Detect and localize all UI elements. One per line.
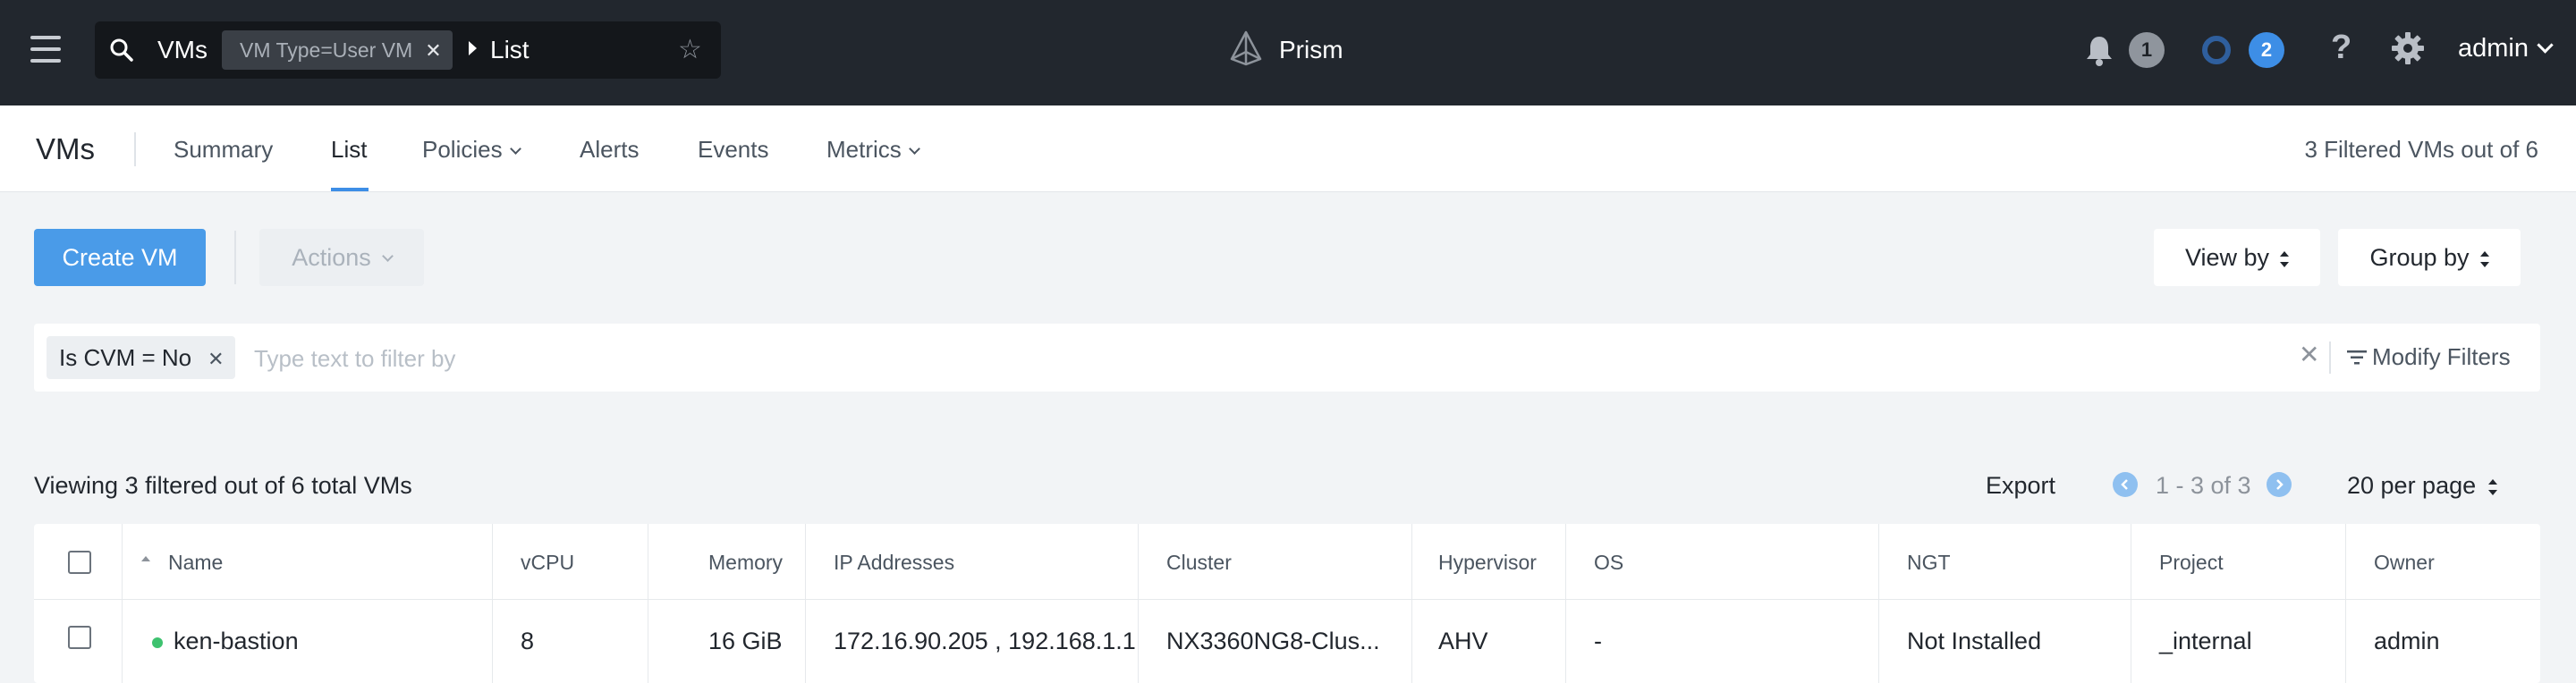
- star-icon[interactable]: ☆: [678, 34, 702, 65]
- filter-divider: [2329, 342, 2331, 374]
- viewing-summary: Viewing 3 filtered out of 6 total VMs: [34, 472, 412, 499]
- vm-memory: 16 GiB: [708, 628, 783, 654]
- tab-label: Summary: [174, 136, 274, 163]
- column-header-memory[interactable]: Memory: [708, 551, 783, 575]
- is-cvm-filter-chip[interactable]: Is CVM = No ✕: [47, 336, 235, 379]
- page-range: 1 - 3 of 3: [2156, 472, 2251, 499]
- column-header-os[interactable]: OS: [1594, 551, 1623, 575]
- chevron-left-icon: [2121, 479, 2128, 490]
- search-icon: [110, 38, 133, 62]
- tasks-ring-icon[interactable]: [2200, 34, 2233, 66]
- vm-type-filter-chip[interactable]: VM Type=User VM ✕: [222, 30, 453, 70]
- column-header-ip-addresses[interactable]: IP Addresses: [834, 551, 954, 575]
- sort-arrows-icon: [2280, 251, 2290, 267]
- filter-chip-label: VM Type=User VM: [240, 38, 413, 62]
- clear-filter-icon[interactable]: ✕: [2299, 340, 2319, 369]
- column-header-cluster[interactable]: Cluster: [1166, 551, 1232, 575]
- vm-owner: admin: [2374, 628, 2440, 654]
- remove-filter-icon[interactable]: ✕: [208, 348, 224, 370]
- column-header-ngt[interactable]: NGT: [1907, 551, 1951, 575]
- top-bar: VMs VM Type=User VM ✕ List ☆ Prism 1 2 ?: [0, 0, 2576, 105]
- user-name: admin: [2458, 34, 2529, 63]
- tasks-count-badge[interactable]: 2: [2249, 32, 2284, 68]
- alerts-count-badge[interactable]: 1: [2129, 32, 2165, 68]
- tab-summary[interactable]: Summary: [174, 136, 273, 164]
- tab-list[interactable]: List: [331, 136, 367, 164]
- tab-metrics[interactable]: Metrics: [826, 136, 920, 164]
- next-page-button[interactable]: [2267, 472, 2292, 497]
- previous-page-button[interactable]: [2113, 472, 2138, 497]
- view-by-button[interactable]: View by: [2154, 229, 2320, 286]
- toolbar-divider: [234, 231, 236, 284]
- tab-label: Metrics: [826, 136, 902, 163]
- user-menu[interactable]: admin: [2458, 34, 2554, 63]
- group-by-label: Group by: [2369, 244, 2470, 271]
- vm-hypervisor: AHV: [1438, 628, 1488, 654]
- actions-button[interactable]: Actions: [259, 229, 424, 286]
- sort-arrows-icon: [2479, 251, 2489, 267]
- select-all-checkbox[interactable]: [68, 551, 91, 574]
- chevron-down-icon: [381, 250, 394, 262]
- tab-events[interactable]: Events: [698, 136, 769, 164]
- column-header-name[interactable]: Name: [168, 551, 223, 575]
- chevron-down-icon: [908, 143, 920, 155]
- vm-os: -: [1594, 628, 1602, 654]
- page-title: VMs: [36, 132, 95, 165]
- search-entity: VMs: [157, 36, 208, 63]
- per-page-select[interactable]: 20 per page: [2347, 472, 2498, 500]
- tab-label: Alerts: [580, 136, 640, 163]
- vm-name-link[interactable]: ken-bastion: [174, 628, 299, 655]
- column-header-vcpu[interactable]: vCPU: [521, 551, 574, 575]
- table-header: Name vCPU Memory IP Addresses Cluster Hy…: [34, 524, 2540, 600]
- create-vm-button[interactable]: Create VM: [34, 229, 206, 286]
- prism-logo-icon: [1230, 30, 1262, 66]
- remove-filter-icon[interactable]: ✕: [425, 39, 441, 62]
- vm-cluster[interactable]: NX3360NG8-Clus...: [1166, 628, 1380, 655]
- breadcrumb-list: List: [490, 36, 530, 63]
- chevron-down-icon: [2537, 37, 2554, 54]
- menu-icon[interactable]: [30, 36, 61, 64]
- vm-ip-addresses: 172.16.90.205 , 192.168.1.1: [834, 628, 1136, 654]
- tab-label: Events: [698, 136, 769, 163]
- group-by-button[interactable]: Group by: [2338, 229, 2521, 286]
- modify-filters-button[interactable]: Modify Filters: [2347, 343, 2511, 371]
- gear-icon[interactable]: [2390, 30, 2426, 66]
- vm-vcpu: 8: [521, 628, 535, 654]
- sort-arrows-icon: [2488, 479, 2498, 495]
- column-header-project[interactable]: Project: [2159, 551, 2224, 575]
- vm-ngt: Not Installed: [1907, 628, 2042, 654]
- power-status-icon: [152, 637, 163, 648]
- title-divider: [134, 132, 136, 166]
- export-button[interactable]: Export: [1986, 472, 2055, 500]
- sub-nav: VMs Summary List Policies Alerts Events …: [0, 105, 2576, 192]
- tab-alerts[interactable]: Alerts: [580, 136, 639, 164]
- column-header-hypervisor[interactable]: Hypervisor: [1438, 551, 1537, 575]
- modify-filters-label: Modify Filters: [2372, 343, 2511, 370]
- filter-text-input[interactable]: [252, 340, 1419, 377]
- vm-project: _internal: [2159, 628, 2252, 654]
- tab-policies[interactable]: Policies: [422, 136, 521, 164]
- chevron-right-icon: [2276, 479, 2284, 490]
- filter-chip-label: Is CVM = No: [59, 344, 192, 371]
- view-by-label: View by: [2184, 244, 2270, 271]
- tab-label: Policies: [422, 136, 503, 163]
- actions-label: Actions: [292, 244, 371, 271]
- sort-ascending-icon: [141, 556, 150, 561]
- active-tab-indicator: [331, 188, 369, 191]
- row-checkbox[interactable]: [68, 626, 91, 649]
- vm-table: Name vCPU Memory IP Addresses Cluster Hy…: [34, 524, 2540, 683]
- chevron-down-icon: [509, 143, 521, 155]
- search-bar[interactable]: VMs VM Type=User VM ✕ List ☆: [95, 21, 721, 79]
- filter-bar: Is CVM = No ✕ ✕ Modify Filters: [34, 324, 2540, 392]
- bell-icon[interactable]: [2084, 34, 2114, 66]
- help-icon[interactable]: ?: [2331, 29, 2351, 67]
- per-page-label: 20 per page: [2347, 472, 2477, 499]
- breadcrumb-caret-icon: [469, 41, 477, 55]
- filtered-count-text: 3 Filtered VMs out of 6: [2304, 136, 2538, 163]
- column-header-owner[interactable]: Owner: [2374, 551, 2435, 575]
- tab-label: List: [331, 136, 368, 163]
- brand-name: Prism: [1279, 36, 1343, 63]
- filter-icon: [2347, 350, 2367, 365]
